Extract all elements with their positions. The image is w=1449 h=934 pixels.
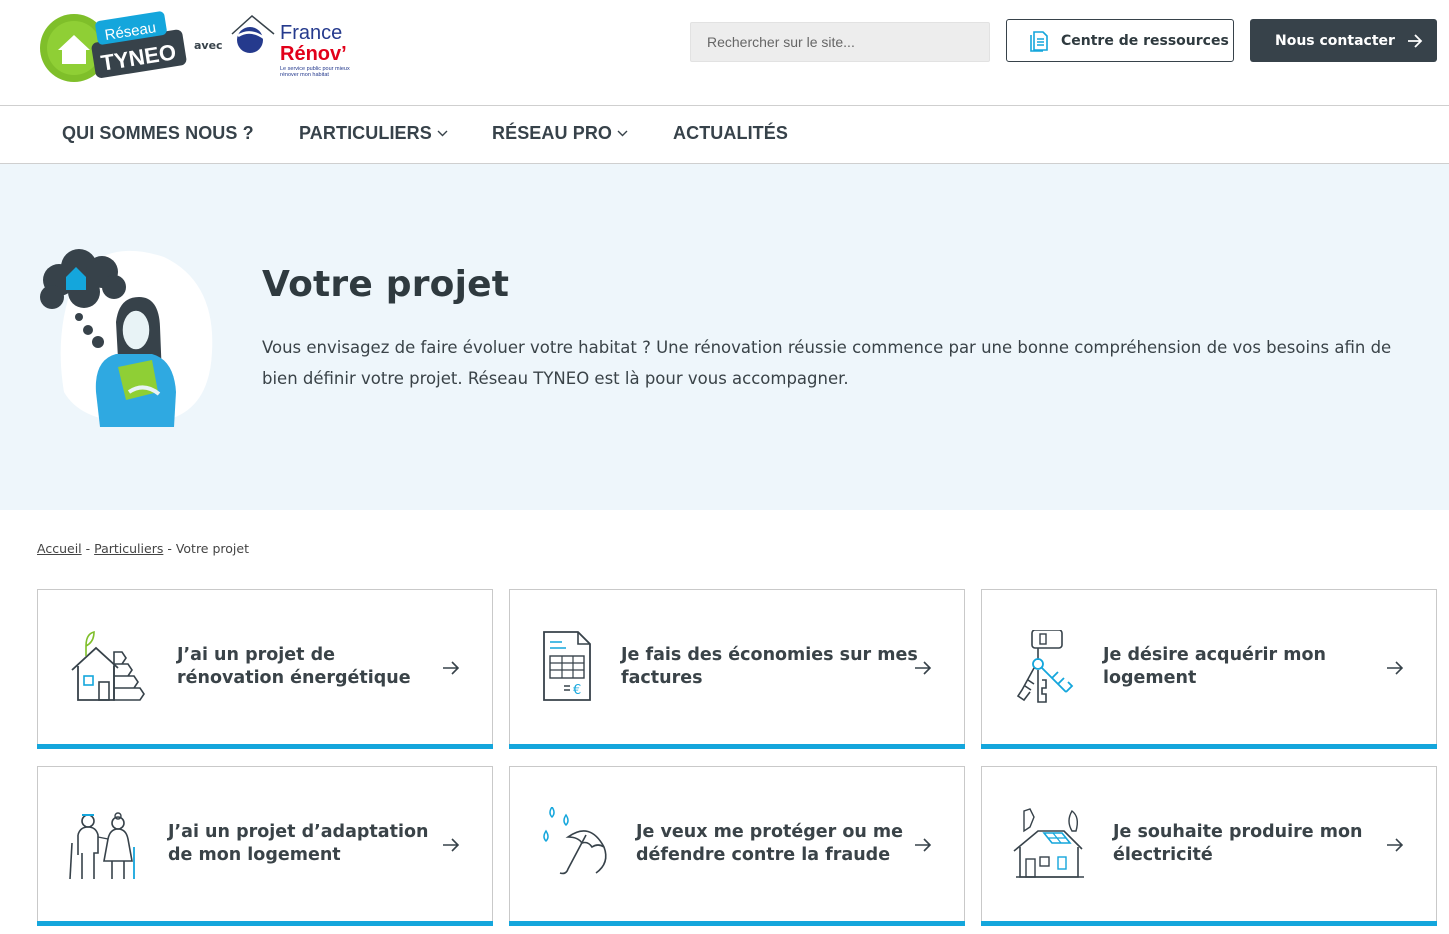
breadcrumb-current: Votre projet	[175, 541, 249, 556]
arrow-right-icon	[1387, 661, 1404, 675]
hero-banner: Votre projet Vous envisagez de faire évo…	[0, 164, 1449, 510]
card-label: Je veux me protéger ou me défendre contr…	[636, 821, 903, 867]
card-label-line1: Je fais des économies sur mes	[621, 645, 918, 665]
nav-item-reseau-pro[interactable]: RÉSEAU PRO	[492, 123, 628, 144]
tyneo-logo[interactable]: Réseau TYNEO	[38, 10, 193, 86]
breadcrumb-home-link[interactable]: Accueil	[37, 541, 82, 556]
card-label-line2: logement	[1103, 668, 1197, 688]
card-economies-factures[interactable]: € Je fais des économies sur mes factures	[509, 589, 965, 749]
chevron-down-icon	[617, 130, 628, 137]
card-label-line2: électricité	[1113, 845, 1213, 865]
arrow-right-icon	[443, 661, 460, 675]
invoice-icon: €	[543, 631, 591, 701]
search-input[interactable]	[690, 22, 990, 62]
svg-text:€: €	[573, 683, 581, 698]
nav-item-qui-sommes-nous[interactable]: QUI SOMMES NOUS ?	[62, 123, 254, 144]
card-label: Je souhaite produire mon électricité	[1113, 821, 1362, 867]
card-label-line1: Je souhaite produire mon	[1113, 822, 1363, 842]
umbrella-rain-icon	[543, 807, 607, 875]
card-fraude[interactable]: Je veux me protéger ou me défendre contr…	[509, 766, 965, 926]
nav-item-actualites[interactable]: ACTUALITÉS	[673, 123, 788, 144]
contact-button-label: Nous contacter	[1275, 32, 1395, 49]
france-renov-line2: Rénov’	[280, 43, 347, 65]
nav-item-label: PARTICULIERS	[299, 123, 432, 143]
nav-item-label: RÉSEAU PRO	[492, 123, 613, 143]
card-label-line1: J’ai un projet de	[177, 645, 335, 665]
card-label-line2: rénovation énergétique	[177, 668, 411, 688]
main-nav: QUI SOMMES NOUS ? PARTICULIERS RÉSEAU PR…	[0, 107, 1449, 164]
card-produire-electricite[interactable]: Je souhaite produire mon électricité	[981, 766, 1437, 926]
keys-icon	[1016, 630, 1074, 703]
breadcrumb-particuliers-link[interactable]: Particuliers	[94, 541, 163, 556]
card-renovation-energetique[interactable]: J’ai un projet de rénovation énergétique	[37, 589, 493, 749]
chevron-down-icon	[437, 130, 448, 137]
nav-item-particuliers[interactable]: PARTICULIERS	[299, 123, 448, 144]
breadcrumb: Accueil - Particuliers - Votre projet	[37, 541, 249, 556]
site-header: Réseau TYNEO avec France Rénov’ Le servi…	[0, 0, 1449, 106]
resources-button-label: Centre de ressources	[1061, 32, 1229, 49]
card-label-line1: Je désire acquérir mon	[1103, 645, 1326, 665]
breadcrumb-separator: -	[163, 541, 176, 556]
card-adaptation-logement[interactable]: J’ai un projet d’adaptation de mon logem…	[37, 766, 493, 926]
france-renov-logo[interactable]: France Rénov’ Le service public pour mie…	[228, 10, 363, 82]
card-label-line1: J’ai un projet d’adaptation	[168, 822, 429, 842]
france-renov-tagline: Le service public pour mieux rénover mon…	[280, 66, 350, 78]
logo-avec-text: avec	[194, 39, 223, 52]
elderly-couple-icon	[69, 812, 135, 880]
arrow-right-icon	[443, 838, 460, 852]
arrow-right-icon	[1387, 838, 1404, 852]
card-label: Je fais des économies sur mes factures	[621, 644, 918, 690]
card-label: Je désire acquérir mon logement	[1103, 644, 1326, 690]
card-label-line1: Je veux me protéger ou me	[636, 822, 903, 842]
breadcrumb-separator: -	[81, 541, 95, 556]
card-label-line2: défendre contre la fraude	[636, 845, 891, 865]
card-label: J’ai un projet de rénovation énergétique	[177, 644, 411, 690]
woman-thinking-illustration	[40, 249, 213, 427]
card-acquerir-logement[interactable]: Je désire acquérir mon logement	[981, 589, 1437, 749]
arrow-right-icon	[915, 661, 932, 675]
arrow-right-icon	[1407, 33, 1423, 48]
solar-house-icon	[1013, 808, 1084, 878]
house-energy-icon	[71, 630, 145, 701]
page-title: Votre projet	[262, 264, 510, 305]
resources-button[interactable]: Centre de ressources	[1006, 19, 1234, 62]
nav-item-label: ACTUALITÉS	[673, 123, 788, 143]
card-label: J’ai un projet d’adaptation de mon logem…	[168, 821, 428, 867]
france-renov-line1: France	[280, 22, 343, 44]
card-label-line2: factures	[621, 668, 703, 688]
arrow-right-icon	[915, 838, 932, 852]
hero-description: Vous envisagez de faire évoluer votre ha…	[262, 338, 1392, 388]
nav-item-label: QUI SOMMES NOUS ?	[62, 123, 254, 143]
card-label-line2: de mon logement	[168, 845, 341, 865]
document-icon	[1030, 30, 1048, 52]
contact-button[interactable]: Nous contacter	[1250, 19, 1437, 62]
